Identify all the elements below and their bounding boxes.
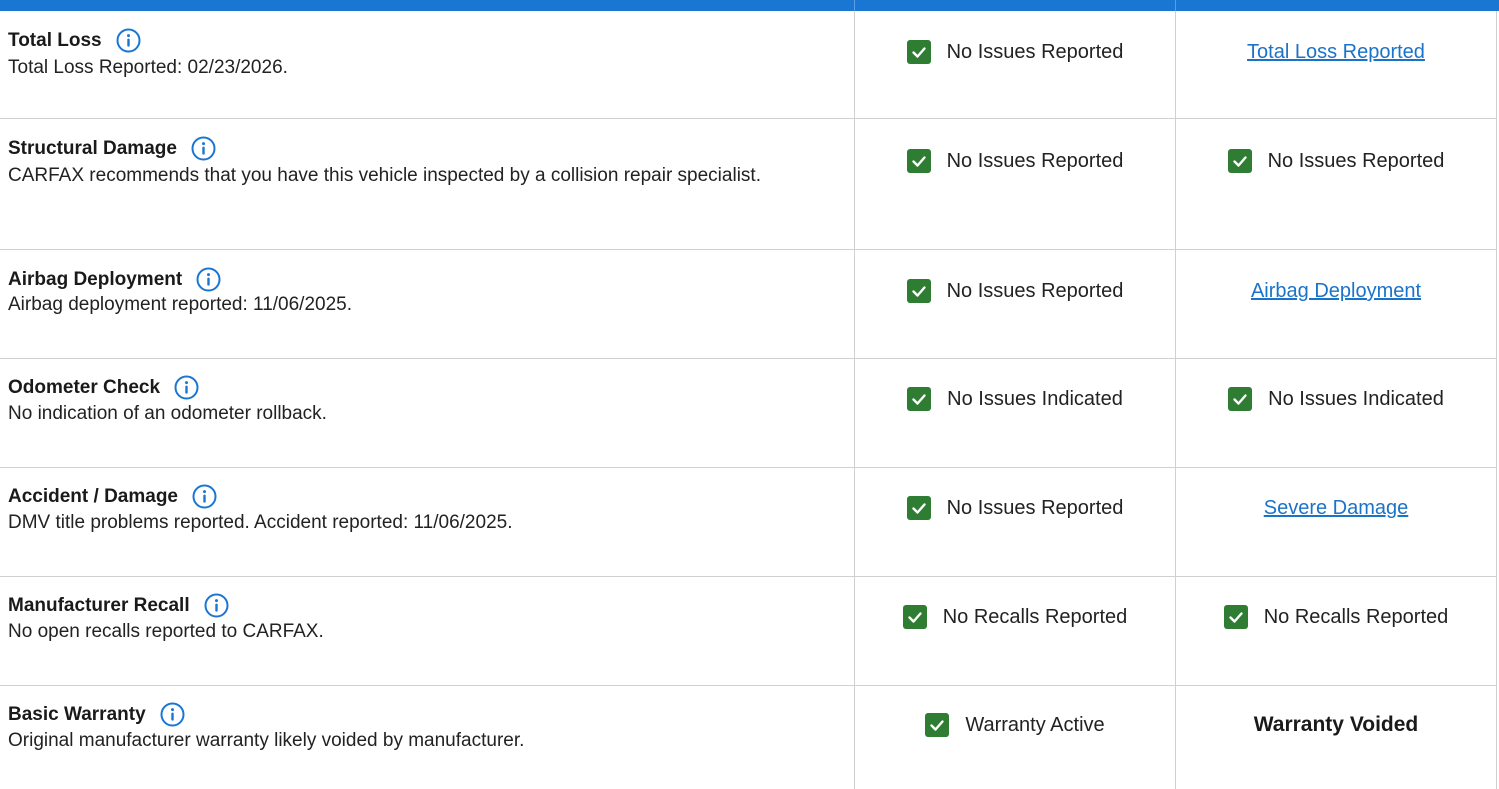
row-title: Manufacturer Recall — [8, 594, 190, 616]
table-row: Basic Warranty Original manufacturer warr… — [0, 686, 1497, 789]
info-icon[interactable] — [191, 136, 216, 161]
status-cell-content: Warranty Active — [855, 713, 1175, 737]
info-icon[interactable] — [116, 28, 141, 53]
status-text: No Issues Reported — [1267, 150, 1445, 172]
row-label-cell: Airbag Deployment Airbag deployment repor… — [0, 250, 854, 358]
row-title: Odometer Check — [8, 376, 161, 398]
row-title-line: Odometer Check — [8, 375, 199, 400]
status-text: No Recalls Reported — [942, 606, 1128, 628]
row-title: Total Loss — [8, 29, 102, 51]
status-cell-column-1: No Recalls Reported — [854, 577, 1175, 685]
row-title: Accident / Damage — [8, 485, 178, 507]
status-cell-content: No Issues Reported — [855, 40, 1175, 64]
table-row: Accident / Damage DMV title problems repo… — [0, 468, 1497, 577]
checkbox-checked-icon — [1228, 387, 1253, 411]
row-label-cell: Basic Warranty Original manufacturer warr… — [0, 686, 854, 789]
row-label-cell: Manufacturer Recall No open recalls repor… — [0, 577, 854, 685]
table-row: Total Loss Total Loss Reported: 02/23/202… — [0, 11, 1497, 119]
status-cell-content[interactable]: Severe Damage — [1176, 496, 1496, 520]
status-text: No Issues Indicated — [1268, 388, 1444, 410]
row-title-line: Structural Damage — [8, 136, 216, 161]
checkbox-checked-icon — [925, 713, 950, 737]
checkbox-checked-icon — [906, 149, 931, 173]
info-icon[interactable] — [160, 702, 185, 727]
status-cell-column-1: No Issues Reported — [854, 11, 1175, 118]
row-label-cell: Accident / Damage DMV title problems repo… — [0, 468, 854, 576]
row-label-cell: Total Loss Total Loss Reported: 02/23/202… — [0, 11, 854, 118]
status-text: No Issues Reported — [946, 497, 1124, 519]
status-cell-column-2: Severe Damage — [1175, 468, 1497, 576]
checkbox-checked-icon — [1223, 605, 1248, 629]
status-cell-content: No Recalls Reported — [1176, 605, 1496, 629]
status-cell-column-1: No Issues Reported — [854, 119, 1175, 249]
status-text: Warranty Active — [965, 714, 1105, 736]
table-row: Manufacturer Recall No open recalls repor… — [0, 577, 1497, 686]
status-cell-column-2: Warranty Voided — [1175, 686, 1497, 789]
info-icon[interactable] — [196, 267, 221, 292]
status-cell-content: No Recalls Reported — [855, 605, 1175, 629]
row-description: No indication of an odometer rollback. — [8, 403, 327, 424]
table-row: Odometer Check No indication of an odomet… — [0, 359, 1497, 468]
checkbox-checked-icon — [906, 496, 931, 520]
row-title-line: Basic Warranty — [8, 702, 185, 727]
status-text: No Issues Reported — [946, 150, 1124, 172]
status-cell-content: No Issues Reported — [855, 279, 1175, 303]
row-description: CARFAX recommends that you have this veh… — [8, 165, 761, 186]
row-description: DMV title problems reported. Accident re… — [8, 512, 513, 533]
row-description: Original manufacturer warranty likely vo… — [8, 730, 525, 751]
info-icon[interactable] — [204, 593, 229, 618]
status-cell-column-2: Airbag Deployment — [1175, 250, 1497, 358]
header-divider — [1175, 0, 1176, 11]
status-cell-content: No Issues Reported — [1176, 149, 1496, 173]
checkbox-checked-icon — [906, 40, 931, 64]
checkbox-checked-icon — [902, 605, 927, 629]
status-text: No Issues Reported — [946, 41, 1124, 63]
status-text: No Issues Indicated — [947, 388, 1123, 410]
row-title: Basic Warranty — [8, 703, 146, 725]
history-comparison-page: Total Loss Total Loss Reported: 02/23/202… — [0, 0, 1499, 789]
status-cell-column-1: No Issues Indicated — [854, 359, 1175, 467]
row-title-line: Accident / Damage — [8, 484, 217, 509]
status-cell-column-2: No Recalls Reported — [1175, 577, 1497, 685]
checkbox-checked-icon — [906, 279, 931, 303]
info-icon[interactable] — [174, 375, 199, 400]
status-cell-column-2: No Issues Reported — [1175, 119, 1497, 249]
row-description: Total Loss Reported: 02/23/2026. — [8, 57, 288, 78]
status-cell-column-1: Warranty Active — [854, 686, 1175, 789]
row-label-cell: Structural Damage CARFAX recommends that … — [0, 119, 854, 249]
status-cell-column-2: No Issues Indicated — [1175, 359, 1497, 467]
table-row: Structural Damage CARFAX recommends that … — [0, 119, 1497, 250]
row-description: Airbag deployment reported: 11/06/2025. — [8, 294, 352, 315]
status-text: No Issues Reported — [946, 280, 1124, 302]
status-cell-content: No Issues Reported — [855, 496, 1175, 520]
status-cell-content: Warranty Voided — [1176, 713, 1496, 737]
row-label-cell: Odometer Check No indication of an odomet… — [0, 359, 854, 467]
status-cell-content: No Issues Reported — [855, 149, 1175, 173]
checkbox-checked-icon — [1227, 149, 1252, 173]
status-cell-content[interactable]: Airbag Deployment — [1176, 279, 1496, 303]
row-title: Airbag Deployment — [8, 268, 183, 290]
status-bold-text: Warranty Voided — [1253, 713, 1419, 736]
status-cell-column-1: No Issues Reported — [854, 468, 1175, 576]
status-cell-column-1: No Issues Reported — [854, 250, 1175, 358]
row-title-line: Total Loss — [8, 28, 141, 53]
row-title-line: Airbag Deployment — [8, 267, 221, 292]
row-title: Structural Damage — [8, 137, 177, 159]
info-icon[interactable] — [192, 484, 217, 509]
table-header-bar — [0, 0, 1499, 11]
status-cell-content: No Issues Indicated — [1176, 387, 1496, 411]
table-row: Airbag Deployment Airbag deployment repor… — [0, 250, 1497, 359]
status-link[interactable]: Total Loss Reported — [1247, 40, 1425, 64]
status-link[interactable]: Airbag Deployment — [1251, 279, 1421, 303]
checkbox-checked-icon — [907, 387, 932, 411]
header-divider — [854, 0, 855, 11]
status-link[interactable]: Severe Damage — [1264, 496, 1409, 520]
status-cell-content[interactable]: Total Loss Reported — [1176, 40, 1496, 64]
status-text: No Recalls Reported — [1263, 606, 1449, 628]
status-cell-column-2: Total Loss Reported — [1175, 11, 1497, 118]
row-description: No open recalls reported to CARFAX. — [8, 621, 324, 642]
status-cell-content: No Issues Indicated — [855, 387, 1175, 411]
row-title-line: Manufacturer Recall — [8, 593, 229, 618]
